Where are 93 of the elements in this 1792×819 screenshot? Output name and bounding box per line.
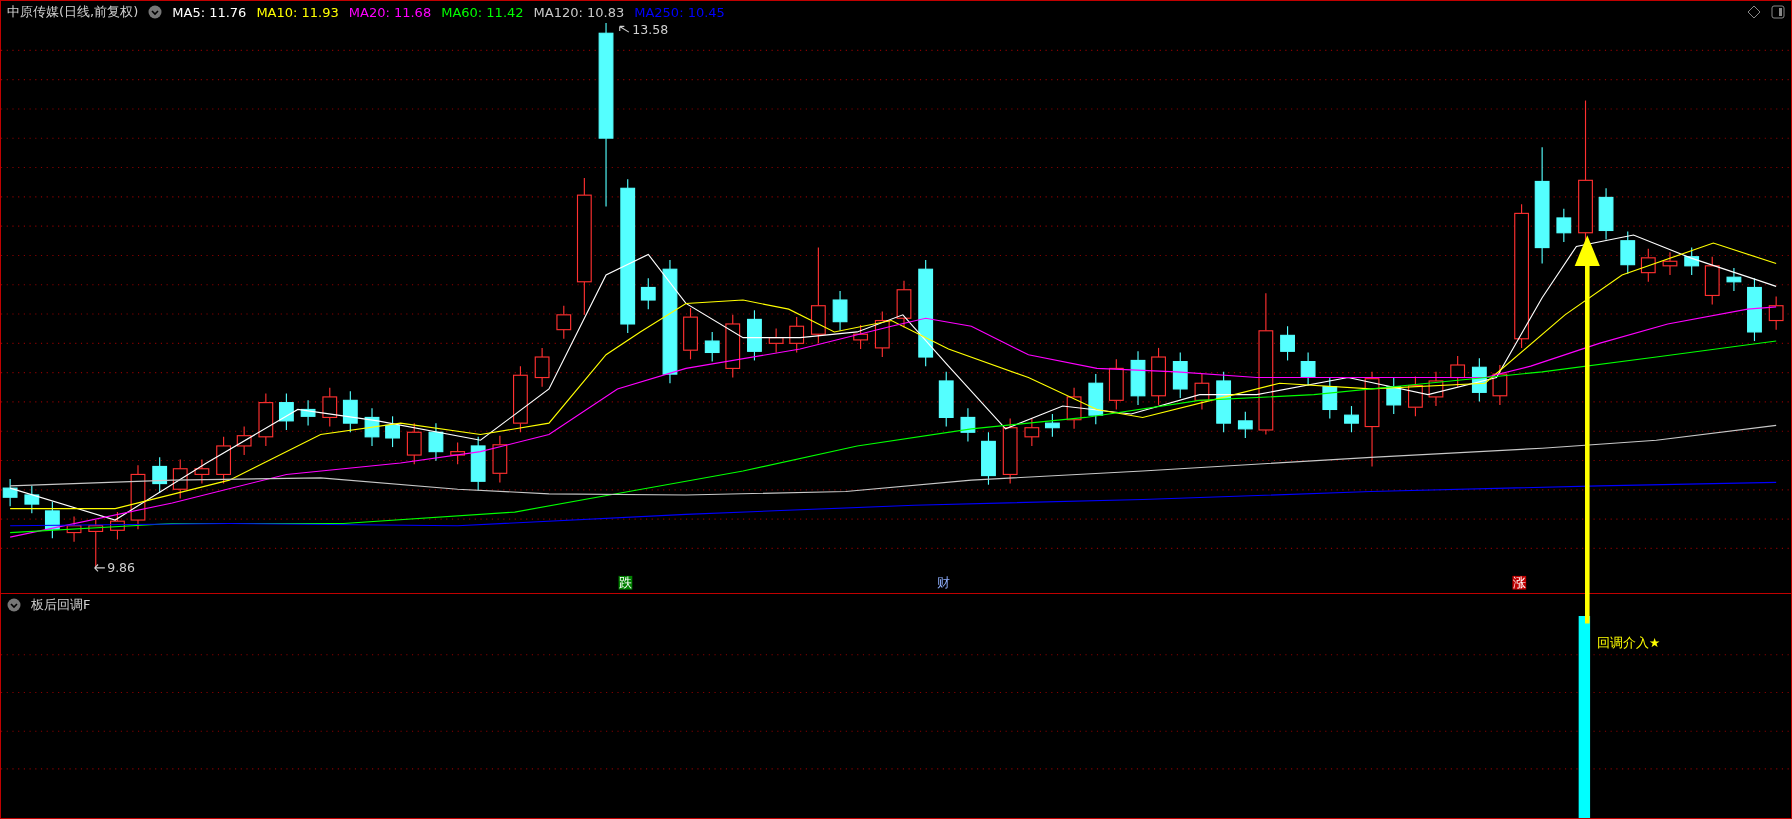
candlestick xyxy=(1556,208,1572,243)
candlestick xyxy=(1216,371,1232,433)
arrow-icon xyxy=(94,563,106,572)
candlestick xyxy=(2,478,18,507)
candlestick xyxy=(1408,375,1423,417)
candlestick xyxy=(1662,251,1678,276)
candlestick xyxy=(279,392,294,431)
candlestick xyxy=(960,407,976,442)
indicator-title: 板后回调F xyxy=(31,596,91,614)
candlestick xyxy=(725,314,741,379)
event-tag: 财 xyxy=(937,575,951,591)
candlestick xyxy=(1386,376,1402,415)
candlestick xyxy=(428,422,444,462)
candlestick xyxy=(24,485,40,514)
candlestick xyxy=(1704,256,1720,306)
candlestick xyxy=(556,305,572,340)
candlestick xyxy=(406,422,422,465)
candlestick xyxy=(853,324,869,350)
candlestick xyxy=(450,441,466,465)
moving-average-label: MA250: 10.45 xyxy=(634,4,725,20)
candlestick xyxy=(172,459,188,499)
event-tag: 跌 xyxy=(618,575,633,591)
candlestick xyxy=(1428,371,1444,407)
candlestick xyxy=(364,407,380,447)
candlestick xyxy=(470,436,486,491)
panel-toggle-icon[interactable] xyxy=(1771,5,1785,19)
candlestick xyxy=(1172,351,1188,399)
candlestick xyxy=(896,280,912,328)
candlestick xyxy=(1066,387,1082,430)
moving-average-label: MA60: 11.42 xyxy=(441,4,524,20)
candlestick xyxy=(88,519,104,569)
candlestick xyxy=(1024,418,1040,447)
moving-average-label: MA5: 11.76 xyxy=(172,4,247,20)
candlestick xyxy=(1726,267,1742,292)
moving-average-label: MA20: 11.68 xyxy=(348,4,432,20)
candlestick xyxy=(1344,405,1359,433)
candlestick xyxy=(1045,413,1060,438)
candlestick xyxy=(236,426,252,456)
candlestick xyxy=(492,435,508,483)
signal-label: 回调介入★ xyxy=(1596,634,1661,650)
candlestick xyxy=(1194,373,1210,411)
candlestick xyxy=(1768,296,1784,331)
candlestick xyxy=(1130,350,1146,406)
candlestick xyxy=(534,347,550,388)
candlestick xyxy=(704,331,720,363)
diamond-icon[interactable] xyxy=(1747,5,1761,19)
candlestick xyxy=(1002,418,1018,485)
candlestick xyxy=(1108,358,1124,411)
candlestick xyxy=(130,464,146,530)
candlestick xyxy=(194,459,210,485)
candlestick xyxy=(44,501,60,539)
dropdown-icon[interactable] xyxy=(148,5,163,19)
candlestick xyxy=(1640,248,1656,283)
candlestick xyxy=(152,456,168,494)
candlestick xyxy=(513,365,528,433)
event-tag: 涨 xyxy=(1512,575,1527,591)
candlestick xyxy=(747,309,762,361)
candlestick xyxy=(1492,364,1508,406)
dropdown-icon[interactable] xyxy=(7,598,21,612)
candlestick xyxy=(938,371,954,428)
candlestick xyxy=(342,390,358,433)
candlestick xyxy=(1598,187,1614,241)
candlestick xyxy=(1747,277,1762,342)
candlestick xyxy=(1471,357,1487,403)
candlestick xyxy=(110,511,125,540)
low-price-label: 9.86 xyxy=(107,560,136,576)
candlestick xyxy=(300,399,316,426)
candlestick xyxy=(640,277,656,310)
moving-average-label: MA120: 10.83 xyxy=(533,4,625,20)
candlestick xyxy=(981,431,996,486)
candlestick xyxy=(1620,231,1636,275)
candlestick xyxy=(385,415,400,448)
arrow-icon xyxy=(619,25,630,33)
high-price-label: 13.58 xyxy=(632,23,669,38)
candlestick xyxy=(322,387,338,428)
candlestick xyxy=(258,392,274,447)
candlestick xyxy=(1280,325,1295,361)
candlestick xyxy=(1237,411,1253,439)
candlestick xyxy=(1684,247,1700,276)
candlestick xyxy=(1151,347,1166,406)
candlestick xyxy=(874,310,890,358)
candlestick xyxy=(1300,351,1316,387)
candlestick xyxy=(832,290,848,332)
candlestick xyxy=(1322,376,1338,420)
candlestick xyxy=(66,516,82,543)
candlestick xyxy=(1088,373,1104,425)
moving-average-label: MA10: 11.93 xyxy=(256,4,339,20)
chart-title: 中原传媒(日线,前复权) xyxy=(7,3,139,21)
candlestick xyxy=(768,327,784,354)
candlestick xyxy=(789,316,805,354)
candlestick xyxy=(216,436,232,485)
candlestick xyxy=(683,307,698,360)
candlestick xyxy=(1450,355,1466,388)
